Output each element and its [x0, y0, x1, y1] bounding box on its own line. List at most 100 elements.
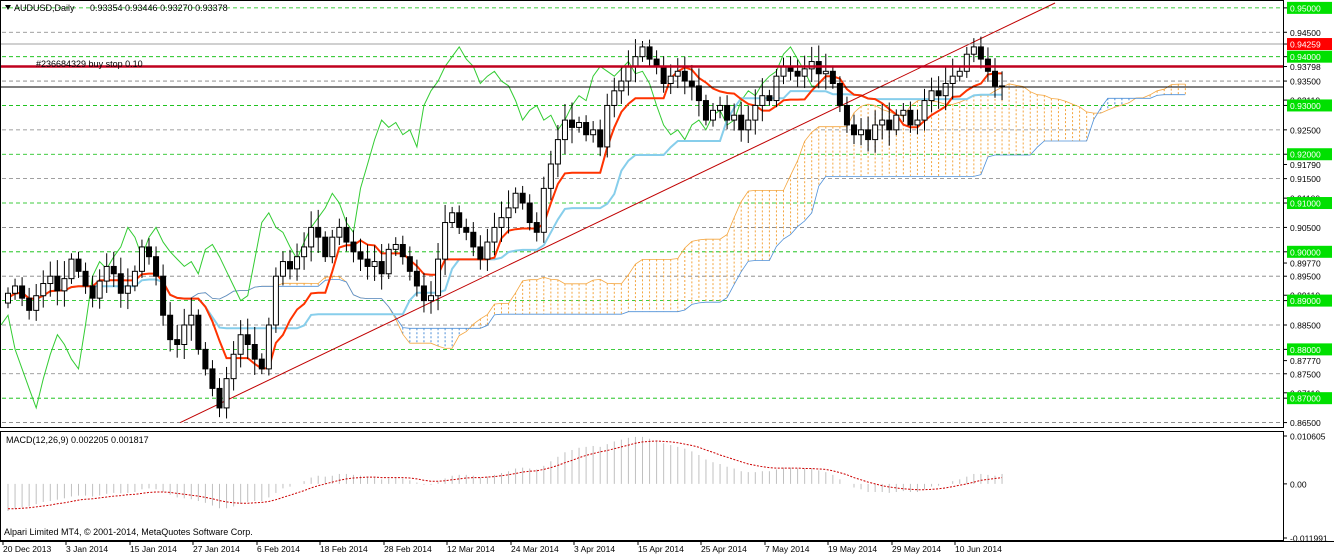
candle-body — [491, 226, 498, 243]
time-label: 15 Jan 2014 — [130, 544, 177, 554]
candle-body — [505, 207, 512, 219]
candle-body — [153, 256, 160, 277]
candle-body — [766, 95, 773, 102]
candle-body — [554, 139, 561, 165]
chart-title[interactable]: AUDUSD,Daily 0.93354 0.93446 0.93270 0.9… — [5, 3, 228, 13]
candle-body — [399, 243, 406, 258]
price-label: 0.89000 — [1290, 296, 1321, 306]
candle-body — [463, 226, 470, 233]
candle-body — [68, 258, 75, 280]
candle-body — [209, 368, 216, 389]
candle-body — [272, 275, 279, 326]
candle-body — [301, 246, 308, 258]
time-label: 29 May 2014 — [892, 544, 941, 554]
candle-body — [498, 217, 505, 228]
candle-body — [12, 285, 19, 294]
candle-body — [547, 163, 554, 189]
price-label: 0.94500 — [1290, 28, 1321, 38]
price-label: 0.91000 — [1290, 199, 1321, 209]
price-label: 0.95000 — [1290, 3, 1321, 13]
candle-body — [413, 270, 420, 287]
candle-body — [420, 285, 427, 302]
price-label: 0.87500 — [1290, 369, 1321, 379]
candle-body — [540, 187, 547, 233]
candle-body — [893, 114, 900, 131]
candle-body — [618, 80, 625, 92]
senkou-span-a-line — [191, 83, 1186, 349]
price-label: 0.92500 — [1290, 125, 1321, 135]
price-label: 0.88500 — [1290, 320, 1321, 330]
candle-body — [315, 226, 322, 238]
candle-body — [561, 119, 568, 141]
price-label: 0.94259 — [1290, 40, 1321, 50]
candle-body — [773, 75, 780, 102]
candle-body — [695, 85, 702, 102]
price-label: 0.94000 — [1290, 52, 1321, 62]
symbol-label: AUDUSD,Daily — [14, 3, 75, 13]
candle-body — [745, 119, 752, 131]
candle-body — [702, 100, 709, 121]
candle-body — [329, 236, 336, 258]
candle-body — [526, 202, 533, 224]
candle-body — [449, 212, 456, 224]
candle-body — [174, 339, 181, 346]
candle-body — [956, 70, 963, 77]
candle-body — [75, 258, 82, 272]
candle-body — [167, 314, 174, 341]
candle-body — [886, 119, 893, 131]
candle-body — [442, 222, 449, 260]
candle-body — [484, 241, 491, 260]
candle-body — [724, 104, 731, 121]
candle-body — [942, 82, 949, 97]
candle-body — [230, 353, 237, 380]
candle-body — [794, 70, 801, 77]
macd-signal-line — [8, 440, 1003, 510]
candle-body — [237, 334, 244, 355]
candle-body — [258, 358, 265, 370]
buy-stop-order-label[interactable]: #236684329 buy stop 0.10 — [36, 59, 143, 69]
time-label: 20 Dec 2013 — [3, 544, 51, 554]
candle-body — [597, 129, 604, 148]
macd-axis-label: 0.010605 — [1290, 432, 1326, 442]
candle-body — [970, 46, 977, 55]
candle-body — [681, 70, 688, 82]
candle-body — [265, 324, 272, 370]
candle-body — [294, 256, 301, 270]
candle-body — [780, 65, 787, 77]
candle-body — [759, 95, 766, 106]
macd-axis-label: 0.00 — [1290, 479, 1307, 489]
candle-body — [33, 295, 40, 311]
candle-body — [660, 65, 667, 84]
candle-body — [583, 122, 590, 136]
candle-body — [907, 109, 914, 126]
price-label: 0.87770 — [1290, 356, 1321, 366]
candle-body — [61, 278, 68, 292]
candle-body — [935, 90, 942, 97]
candle-body — [350, 241, 357, 253]
candle-body — [710, 109, 716, 121]
candle-body — [435, 258, 442, 297]
candle-body — [103, 265, 110, 282]
candle-body — [674, 70, 681, 77]
candle-body — [124, 285, 131, 294]
candle-body — [829, 70, 836, 84]
candle-body — [738, 114, 745, 131]
candle-body — [343, 226, 350, 243]
candle-body — [872, 124, 879, 141]
macd-panel — [7, 436, 1003, 511]
macd-indicator-label: MACD(12,26,9) 0.002205 0.001817 — [6, 435, 149, 445]
candle-body — [364, 258, 371, 267]
price-label: 0.88000 — [1290, 345, 1321, 355]
price-label: 0.93798 — [1290, 62, 1321, 72]
candle-body — [19, 285, 26, 299]
candle-body — [921, 100, 928, 121]
candle-body — [385, 248, 392, 275]
candle-body — [54, 275, 61, 292]
candle-body — [519, 192, 526, 204]
candle-body — [477, 246, 484, 260]
chart-window[interactable]: 0.95000 0.94500 0.94259 0.940000.93798 0.935… — [0, 0, 1334, 557]
candle-body — [308, 226, 315, 248]
candle-body — [928, 90, 935, 102]
candle-body — [223, 378, 230, 409]
price-label: 0.89770 — [1290, 259, 1321, 269]
